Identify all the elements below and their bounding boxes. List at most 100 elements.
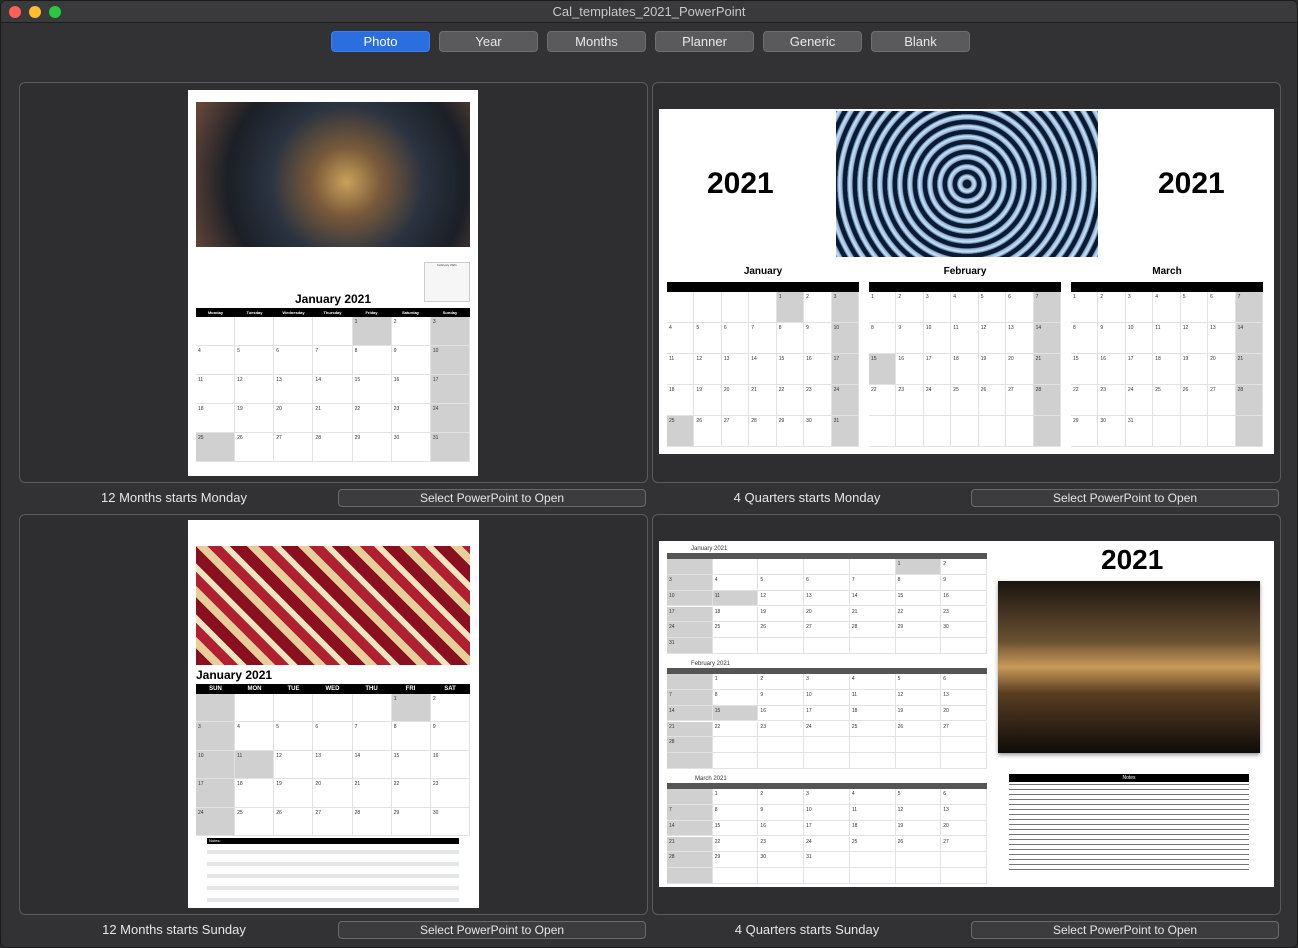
minimize-window-button[interactable] [29, 6, 41, 18]
weekday-label: SAT [444, 686, 456, 692]
day-cell [941, 852, 987, 869]
day-cell: 5 [1180, 292, 1209, 323]
day-cell: 28 [352, 807, 392, 836]
day-cell: 19 [895, 820, 942, 837]
template-preview-4-quarters-monday[interactable]: 2021 2021 January February March 1234567… [652, 82, 1281, 483]
day-cell: 11 [712, 590, 759, 607]
weekday-label: MON [247, 686, 262, 692]
notes-line [1009, 789, 1249, 790]
day-cell: 8 [712, 689, 759, 706]
day-cell: 25 [667, 416, 695, 447]
day-cell [849, 753, 896, 769]
day-cell [758, 638, 805, 654]
day-cell: 29 [1071, 416, 1099, 447]
open-powerpoint-button[interactable]: Select PowerPoint to Open [338, 489, 646, 507]
day-cell [667, 789, 713, 805]
day-cell: 5 [758, 574, 805, 591]
day-cell: 18 [951, 354, 979, 385]
day-cell [941, 753, 987, 769]
day-cell: 28 [667, 737, 713, 754]
month-grid: 1 2 3 4 5 6 7 8 9 10 11 12 13 14 15 16 17 18 19 20 21 22 23 24 2… [1071, 292, 1263, 447]
weekday-label: TUE [287, 686, 300, 692]
day-cell: 15 [895, 590, 942, 607]
day-cell: 20 [313, 779, 353, 808]
day-cell [721, 292, 750, 323]
day-cell: 8 [869, 323, 897, 354]
day-cell: 14 [1033, 323, 1061, 354]
day-cell: 18 [1153, 354, 1181, 385]
tab-generic[interactable]: Generic [763, 31, 862, 52]
day-cell [758, 737, 805, 754]
day-cell [758, 868, 805, 884]
tab-photo[interactable]: Photo [331, 31, 430, 52]
day-cell: 2 [430, 694, 470, 723]
day-cell: 2 [758, 674, 805, 690]
day-cell: 18 [712, 606, 759, 623]
day-cell: 14 [667, 705, 713, 722]
day-cell: 22 [869, 385, 897, 416]
day-cell: 11 [196, 375, 236, 404]
day-cell: 17 [804, 820, 850, 837]
day-cell [895, 852, 942, 869]
day-cell: 27 [274, 433, 314, 462]
day-cell: 31 [1125, 416, 1154, 447]
day-cell: 2 [1098, 292, 1126, 323]
day-cell: 16 [391, 375, 431, 404]
month-grid: 1 2 3 4 5 6 7 8 9 10 11 12 13 14 15 16 17 18 19 20 21 22 23 24 2… [667, 674, 987, 769]
close-window-button[interactable] [9, 6, 21, 18]
cover-photo [998, 581, 1260, 753]
notes-line [1009, 824, 1249, 825]
weekday-header: SUN MON TUE WED THU FRI SAT [196, 684, 470, 694]
zoom-window-button[interactable] [49, 6, 61, 18]
day-cell: 13 [941, 689, 987, 706]
day-cell: 13 [1208, 323, 1236, 354]
day-cell [313, 694, 353, 723]
day-cell [667, 292, 695, 323]
template-preview-4-quarters-sunday[interactable]: January 2021 1 2 3 4 5 6 7 8 9 10 11 12 13 14 15 16 17 18… [652, 514, 1281, 915]
day-cell: 3 [804, 789, 850, 805]
day-cell: 29 [352, 433, 392, 462]
day-cell: 15 [712, 820, 759, 837]
day-cell: 11 [667, 354, 695, 385]
tab-year[interactable]: Year [439, 31, 538, 52]
day-cell [235, 694, 275, 723]
day-cell: 2 [391, 317, 431, 346]
day-cell: 26 [274, 807, 314, 836]
app-window: Cal_templates_2021_PowerPoint Photo Year… [0, 0, 1298, 948]
day-cell: 30 [1098, 416, 1126, 447]
day-cell: 12 [895, 804, 942, 821]
day-cell: 18 [196, 404, 236, 433]
day-cell: 20 [804, 606, 850, 623]
day-cell: 30 [804, 416, 832, 447]
day-cell: 12 [1180, 323, 1209, 354]
tab-months[interactable]: Months [547, 31, 646, 52]
notes-line [1009, 819, 1249, 820]
notes-line [1009, 864, 1249, 865]
notes-line [1009, 834, 1249, 835]
template-preview-12-months-sunday[interactable]: January 2021 SUN MON TUE WED THU FRI SAT… [19, 514, 648, 915]
weekday-header [667, 282, 859, 292]
day-cell: 29 [712, 852, 759, 869]
day-cell: 19 [758, 606, 805, 623]
day-cell: 17 [196, 779, 236, 808]
template-preview-12-months-monday[interactable]: February 2021 January 2021 Monday Tuesda… [19, 82, 648, 483]
open-powerpoint-button[interactable]: Select PowerPoint to Open [338, 921, 646, 939]
tab-blank[interactable]: Blank [871, 31, 970, 52]
tab-planner[interactable]: Planner [655, 31, 754, 52]
notes-line [1009, 849, 1249, 850]
day-cell: 9 [896, 323, 924, 354]
day-cell: 19 [235, 404, 275, 433]
day-cell: 4 [235, 722, 275, 751]
day-cell: 7 [667, 804, 713, 821]
open-powerpoint-button[interactable]: Select PowerPoint to Open [971, 489, 1279, 507]
day-cell [941, 638, 987, 654]
day-cell: 13 [274, 375, 314, 404]
day-cell: 25 [849, 836, 896, 853]
notes-line [207, 898, 459, 902]
mini-calendar-title: February 2021 [437, 263, 457, 267]
template-caption: 4 Quarters starts Sunday [734, 922, 880, 937]
open-powerpoint-button[interactable]: Select PowerPoint to Open [971, 921, 1279, 939]
day-cell: 23 [758, 721, 805, 738]
day-cell: 21 [1235, 354, 1263, 385]
day-cell: 18 [235, 779, 275, 808]
